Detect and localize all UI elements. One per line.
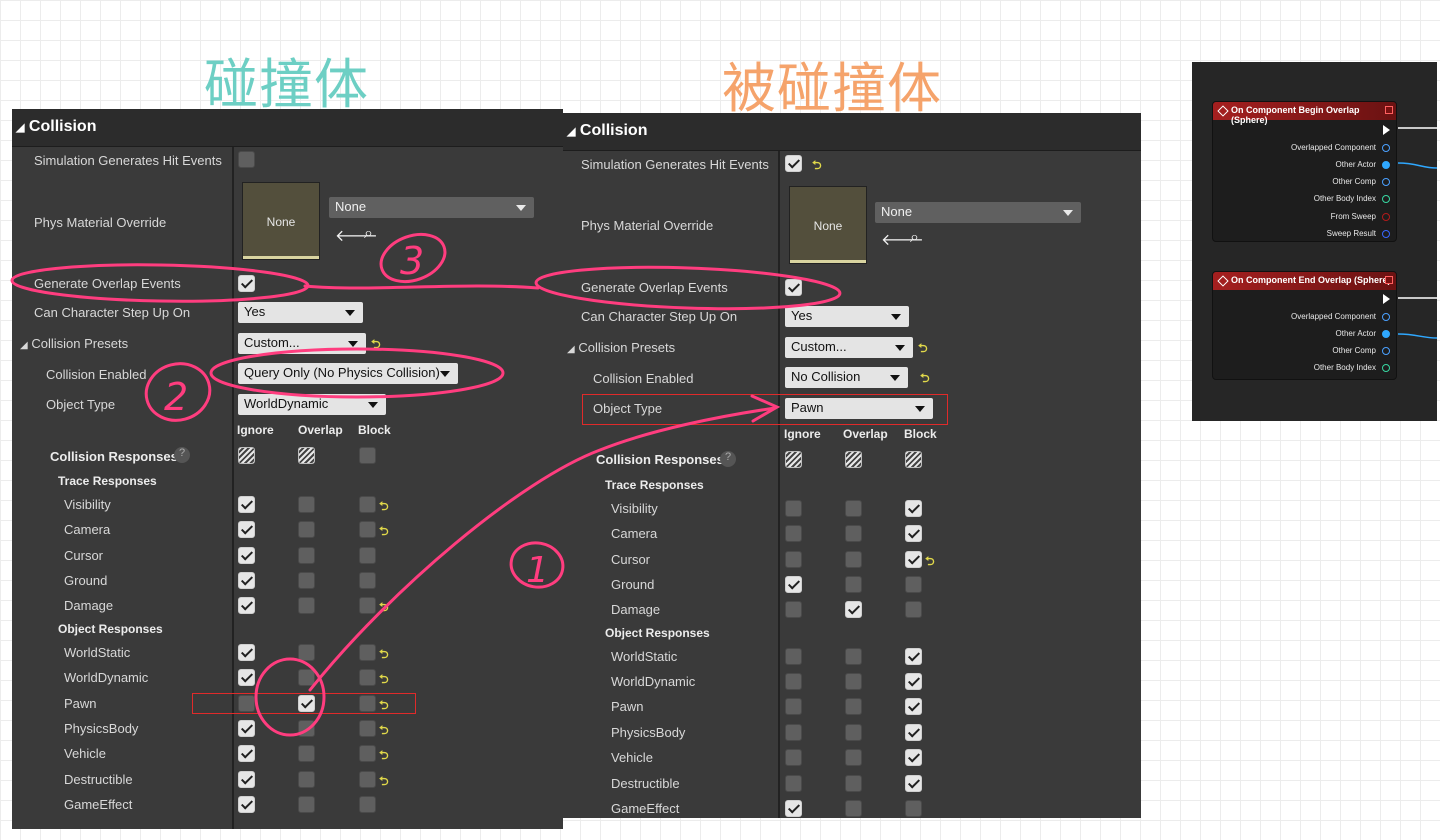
annotation-overlay: 3 2 1: [10, 232, 842, 737]
query-only-ellipse: [209, 347, 505, 399]
annotation-number-2: 2: [164, 375, 188, 419]
annotation-number-3: 3: [400, 239, 424, 283]
overlap-ellipse-left: [10, 263, 310, 303]
overlap-connector: [303, 284, 540, 290]
pawn-overlap-circle: [254, 657, 326, 737]
overlap-ellipse-right: [534, 265, 842, 311]
annotation-number-1: 1: [526, 550, 549, 591]
pawn-arrow: [308, 406, 777, 692]
